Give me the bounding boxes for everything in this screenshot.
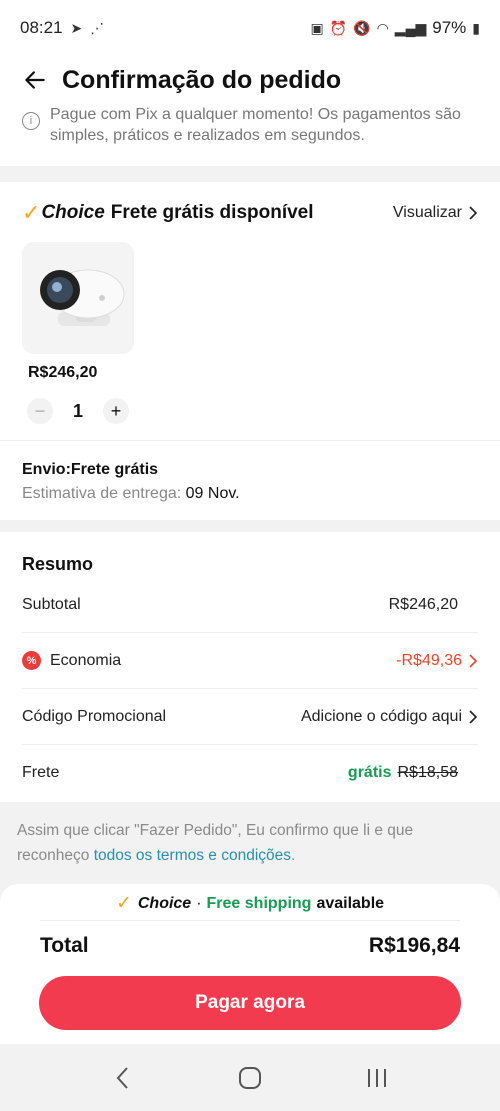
battery-level: 97% (432, 18, 467, 37)
network-activity-icon: ⋰ (90, 19, 105, 36)
system-nav-bar (0, 1044, 500, 1111)
signal-icon: ▂▄▆ (394, 19, 427, 36)
estimate-label: Estimativa de entrega: (22, 485, 182, 502)
summary-card: Resumo Subtotal R$246,20 % Economia -R$4… (0, 532, 500, 802)
nav-recents-button[interactable] (357, 1058, 397, 1098)
freight-row: Frete grátis R$18,58 (22, 745, 478, 801)
nav-home-button[interactable] (230, 1058, 270, 1098)
sim-icon: ▣ (310, 19, 324, 36)
total-row: Total R$196,84 (40, 934, 460, 958)
page-title: Confirmação do pedido (62, 65, 342, 94)
info-icon: i (22, 112, 40, 130)
wifi-icon: ◠ (376, 19, 389, 36)
promo-code-row[interactable]: Código Promocional Adicione o código aqu… (22, 689, 478, 745)
estimate-date: 09 Nov. (185, 485, 240, 502)
add-promo-code-link[interactable]: Adicione o código aqui (301, 708, 462, 726)
subtotal-label: Subtotal (22, 595, 81, 613)
terms-link[interactable]: todos os termos e condições (94, 847, 291, 864)
free-shipping-title: Frete grátis disponível (110, 202, 314, 223)
total-value: R$196,84 (368, 934, 460, 957)
nav-back-button[interactable] (103, 1058, 143, 1098)
promo-code-label: Código Promocional (22, 707, 167, 725)
nav-back-icon (116, 1066, 129, 1089)
freight-label: Frete (22, 764, 60, 781)
alarm-icon: ⏰ (329, 19, 348, 36)
product-image[interactable] (22, 242, 134, 354)
status-bar: 08:21 ➤ ⋰ ▣ ⏰ 🔇 ◠ ▂▄▆ 97% ▮ (0, 0, 500, 56)
increase-quantity-button[interactable]: + (103, 398, 129, 424)
subtotal-value: R$246,20 (388, 595, 458, 613)
check-icon: ✓ (22, 200, 41, 225)
app-header: Confirmação do pedido (0, 56, 500, 104)
back-arrow-icon[interactable] (22, 67, 48, 93)
freight-old-price: R$18,58 (397, 764, 459, 781)
subtotal-row: Subtotal R$246,20 (22, 577, 478, 633)
divider (0, 440, 500, 441)
checkout-bottom-sheet: ✓ Choice · Free shipping available Total … (0, 884, 500, 1044)
total-label: Total (40, 934, 89, 957)
freight-free: grátis (347, 764, 392, 781)
choice-row: ✓ Choice Frete grátis disponível Visuali… (22, 200, 478, 226)
shipping-title: Envio:Frete grátis (22, 461, 159, 478)
telegram-icon: ➤ (70, 19, 83, 36)
economy-value: -R$49,36 (396, 651, 462, 669)
available-text: available (316, 894, 385, 912)
pix-info-note: i Pague com Pix a qualquer momento! Os p… (0, 104, 500, 166)
choice-label: Choice (41, 202, 105, 223)
economy-row[interactable]: % Economia -R$49,36 (22, 633, 478, 689)
quantity-stepper: − 1 + (27, 398, 129, 424)
status-time: 08:21 (20, 18, 63, 37)
chevron-right-icon (469, 653, 478, 668)
pix-info-text: Pague com Pix a qualquer momento! Os pag… (50, 106, 461, 144)
chevron-right-icon (469, 206, 478, 220)
free-shipping-text: Free shipping (206, 894, 312, 912)
pay-now-button[interactable]: Pagar agora (39, 976, 461, 1030)
separator: · (196, 894, 202, 912)
delivery-estimate: Estimativa de entrega: 09 Nov. (22, 485, 240, 503)
divider (40, 920, 460, 921)
view-label: Visualizar (392, 204, 462, 221)
nav-home-icon (238, 1066, 261, 1089)
summary-title: Resumo (22, 554, 94, 574)
mute-icon: 🔇 (353, 19, 371, 36)
product-price: R$246,20 (28, 364, 98, 381)
battery-icon: ▮ (472, 19, 480, 36)
quantity-value: 1 (72, 400, 83, 421)
decrease-quantity-button[interactable]: − (27, 398, 53, 424)
nav-recents-icon (367, 1068, 386, 1087)
discount-badge-icon: % (22, 651, 41, 670)
terms-end: . (291, 847, 296, 864)
economy-label: Economia (50, 651, 122, 669)
choice-logo: ✓ Choice (22, 200, 105, 226)
terms-note: Assim que clicar "Fazer Pedido", Eu conf… (17, 818, 480, 868)
check-icon: ✓ (115, 893, 132, 914)
chevron-right-icon (469, 709, 478, 724)
projector-image (22, 242, 134, 354)
choice-promo-bar: ✓ Choice · Free shipping available (0, 892, 500, 915)
product-card: ✓ Choice Frete grátis disponível Visuali… (0, 182, 500, 520)
view-link[interactable]: Visualizar (393, 204, 478, 222)
choice-label: Choice (137, 894, 192, 912)
